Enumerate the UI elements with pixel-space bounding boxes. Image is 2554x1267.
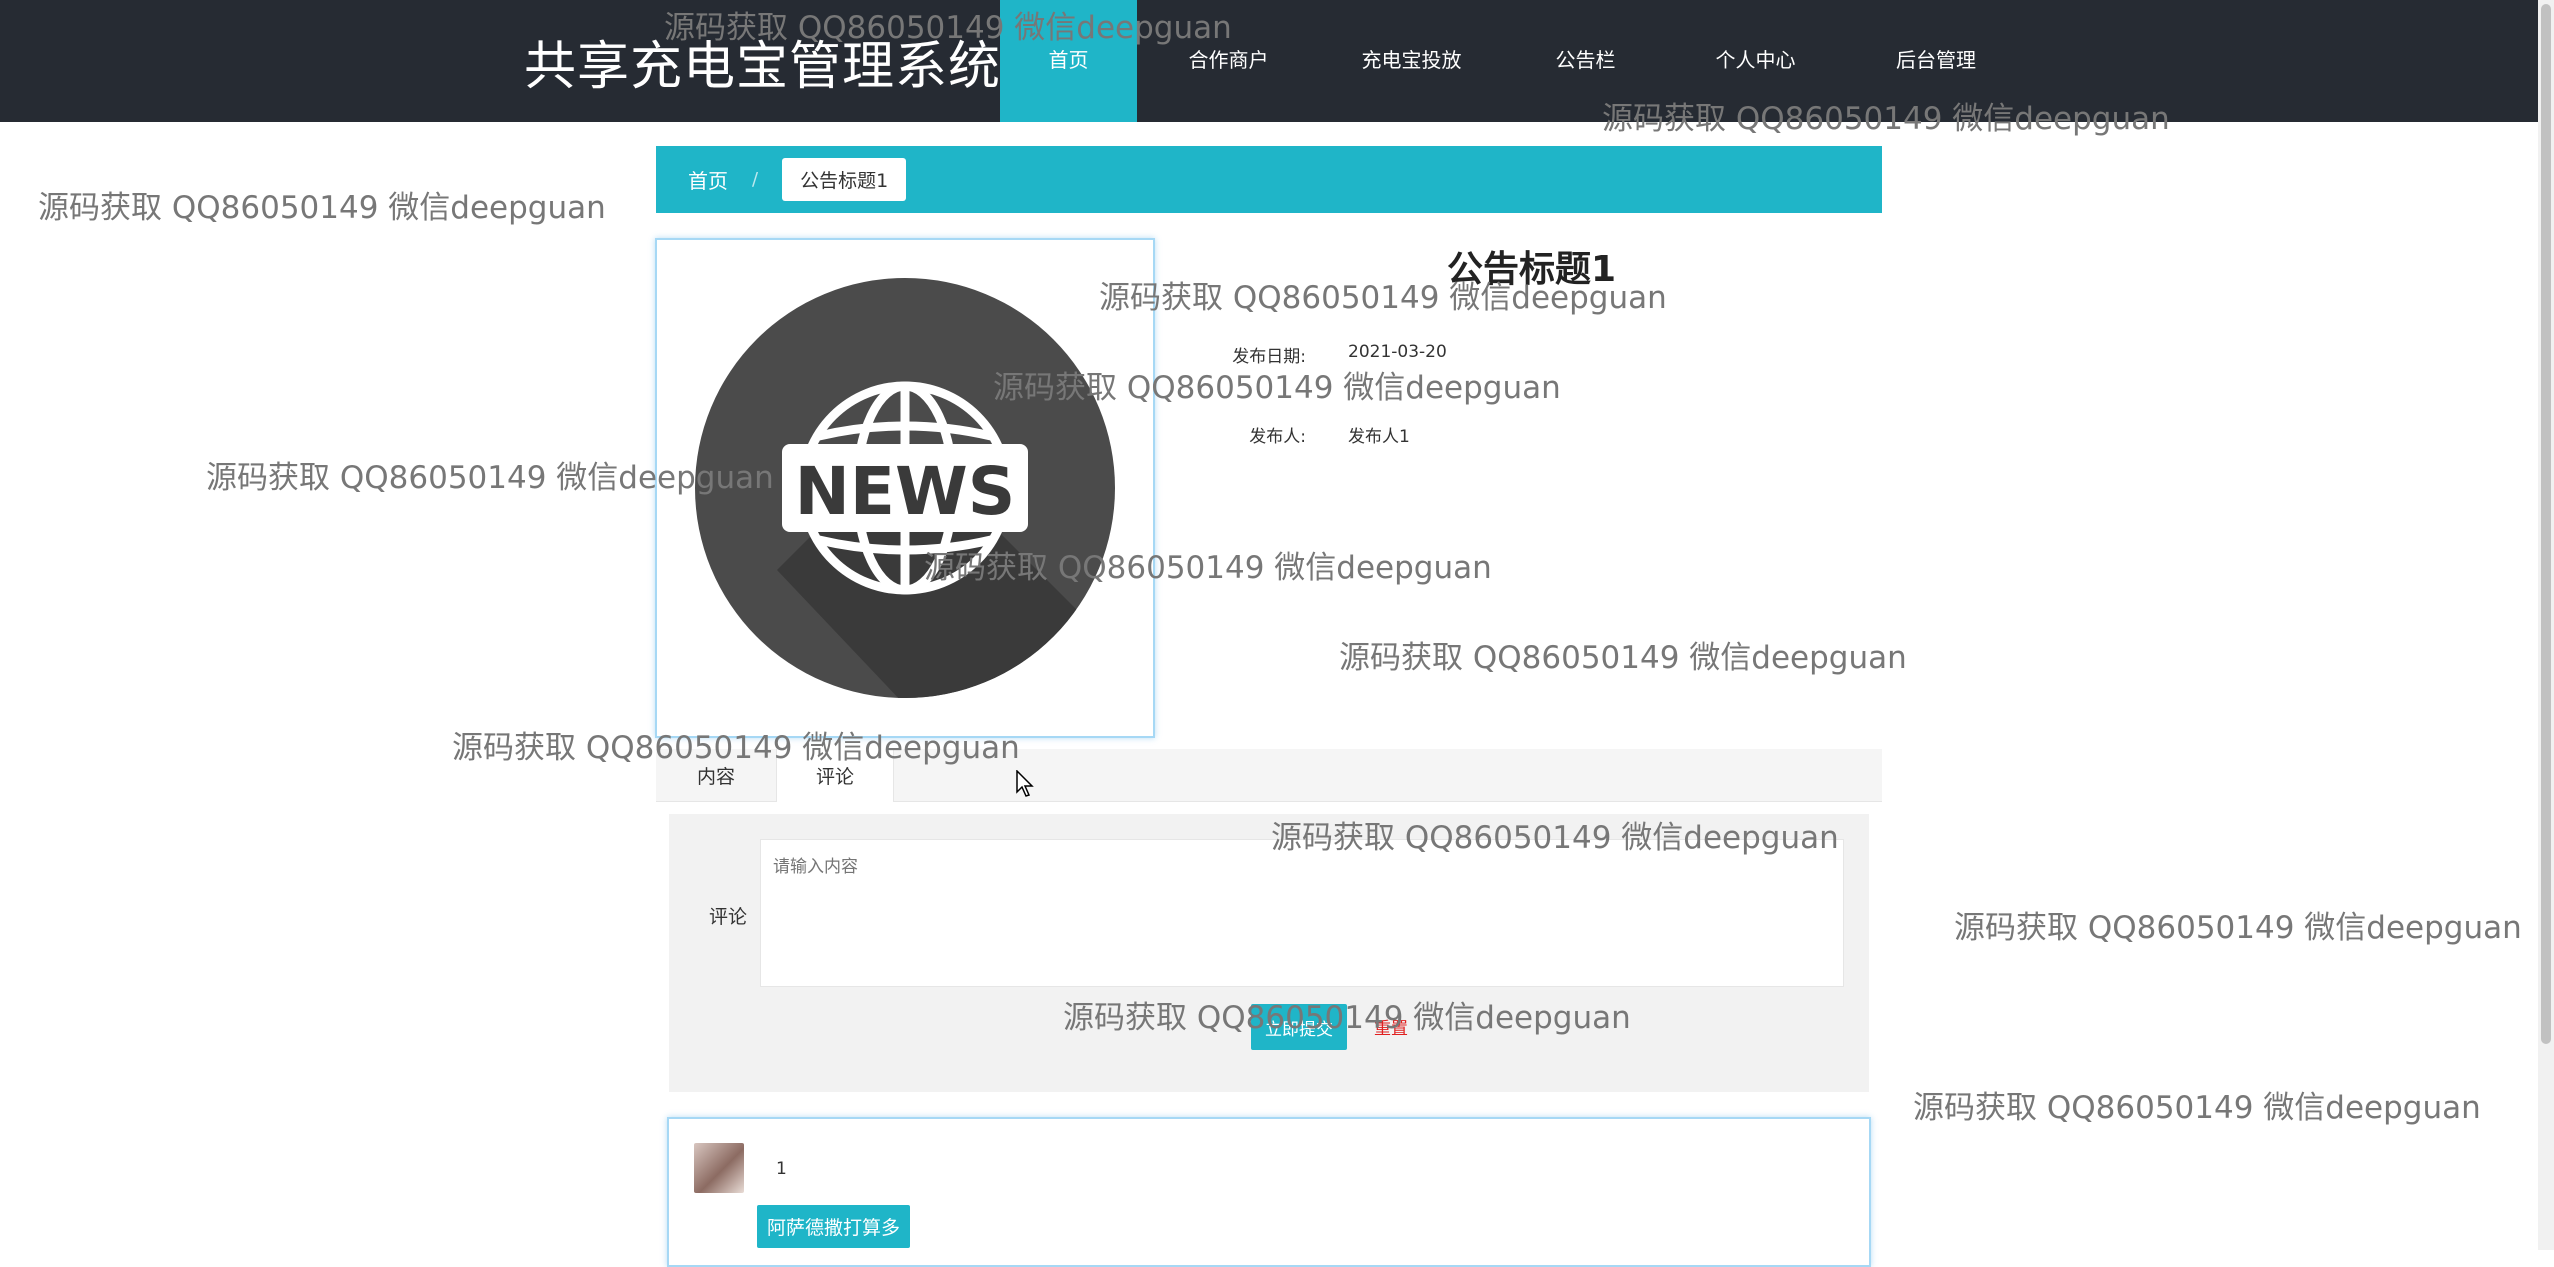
publisher-value: 发布人1 (1348, 427, 1410, 447)
publish-date-value: 2021-03-20 (1348, 342, 1447, 362)
announcement-image: NEWS (655, 238, 1155, 738)
breadcrumb-separator: / (752, 169, 759, 190)
comment-form: 评论 立即提交 重置 (669, 814, 1869, 1092)
comment-text: 1 (776, 1159, 787, 1179)
nav-item-bulletin[interactable]: 公告栏 (1503, 0, 1668, 122)
scrollbar-thumb[interactable] (2541, 4, 2551, 1044)
reset-button[interactable]: 重置 (1374, 1014, 1408, 1039)
nav-item-admin[interactable]: 后台管理 (1843, 0, 2029, 122)
main-nav: 首页 合作商户 充电宝投放 公告栏 个人中心 后台管理 (1000, 0, 2029, 122)
nav-item-home[interactable]: 首页 (1000, 0, 1137, 122)
comment-label: 评论 (709, 906, 748, 928)
publisher-label: 发布人: (1249, 427, 1306, 447)
comment-textarea[interactable] (760, 839, 1844, 987)
watermark: 源码获取 QQ86050149 微信deepguan (1913, 1090, 2481, 1126)
comment-item: 1 阿萨德撒打算多 (667, 1117, 1871, 1267)
tab-comments[interactable]: 评论 (776, 749, 894, 802)
publish-date-label: 发布日期: (1232, 347, 1306, 367)
nav-item-profile[interactable]: 个人中心 (1668, 0, 1843, 122)
breadcrumb-home[interactable]: 首页 (688, 165, 728, 194)
announcement-title: 公告标题1 (1447, 249, 1617, 290)
breadcrumb-current: 公告标题1 (782, 158, 907, 201)
publish-date-row: 发布日期: 2021-03-20 (1180, 342, 1447, 367)
site-title: 共享充电宝管理系统 (524, 37, 1002, 97)
nav-item-merchants[interactable]: 合作商户 (1137, 0, 1320, 122)
nav-item-powerbank-deploy[interactable]: 充电宝投放 (1320, 0, 1503, 122)
comment-reply-tag: 阿萨德撒打算多 (757, 1205, 911, 1248)
watermark: 源码获取 QQ86050149 微信deepguan (1954, 910, 2522, 946)
page-scrollbar[interactable] (2538, 0, 2554, 1250)
publisher-row: 发布人: 发布人1 (1180, 422, 1410, 447)
watermark: 源码获取 QQ86050149 微信deepguan (1339, 640, 1907, 676)
avatar (694, 1143, 744, 1193)
submit-button[interactable]: 立即提交 (1251, 1004, 1347, 1050)
mouse-cursor-icon (1016, 770, 1034, 797)
news-icon-text: NEWS (795, 453, 1016, 530)
watermark: 源码获取 QQ86050149 微信deepguan (38, 190, 606, 226)
top-header: 共享充电宝管理系统 首页 合作商户 充电宝投放 公告栏 个人中心 后台管理 (0, 0, 2538, 122)
tab-content[interactable]: 内容 (656, 749, 776, 801)
news-globe-icon: NEWS (695, 278, 1115, 698)
breadcrumb: 首页 / 公告标题1 (656, 146, 1882, 213)
detail-tabs: 内容 评论 (656, 749, 1882, 802)
